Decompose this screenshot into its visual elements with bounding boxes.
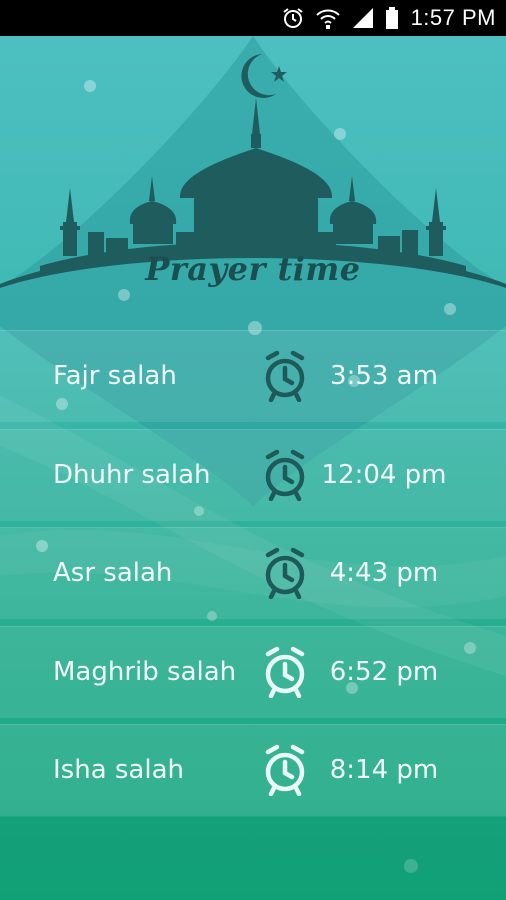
- alarm-clock-icon[interactable]: [262, 350, 308, 403]
- prayer-time: 4:43 pm: [329, 558, 439, 588]
- prayer-name: Maghrib salah: [53, 656, 237, 687]
- prayer-name: Dhuhr salah: [53, 459, 211, 490]
- alarm-icon: [281, 0, 305, 36]
- status-time: 1:57 PM: [410, 5, 496, 30]
- prayer-row-asr: Asr salah 4:43 pm: [0, 527, 506, 619]
- battery-icon: [385, 0, 399, 36]
- prayer-row-maghrib: Maghrib salah 6:52 pm: [0, 625, 506, 718]
- prayer-name: Asr salah: [53, 558, 173, 588]
- alarm-clock-icon[interactable]: [262, 547, 308, 600]
- prayer-list: Fajr salah 3:53 am Dhuhr salah 12:04 pm …: [0, 330, 506, 823]
- prayer-name: Fajr salah: [53, 361, 177, 391]
- prayer-time: 8:14 pm: [329, 755, 439, 785]
- prayer-row-dhuhr: Dhuhr salah 12:04 pm: [0, 428, 506, 521]
- prayer-time: 3:53 am: [330, 361, 438, 391]
- status-bar: 1:57 PM: [0, 0, 506, 36]
- prayer-row-isha: Isha salah 8:14 pm: [0, 724, 506, 816]
- prayer-time: 12:04 pm: [321, 459, 447, 490]
- prayer-time: 6:52 pm: [329, 656, 439, 687]
- alarm-clock-icon[interactable]: [262, 449, 308, 501]
- alarm-clock-icon[interactable]: [262, 646, 308, 698]
- prayer-row-fajr: Fajr salah 3:53 am: [0, 330, 506, 422]
- prayer-name: Isha salah: [53, 755, 185, 785]
- bottom-band: [0, 817, 506, 900]
- signal-icon: [351, 0, 375, 36]
- page-title: Prayer time: [145, 250, 361, 288]
- wifi-icon: [315, 0, 341, 36]
- alarm-clock-icon[interactable]: [262, 744, 308, 797]
